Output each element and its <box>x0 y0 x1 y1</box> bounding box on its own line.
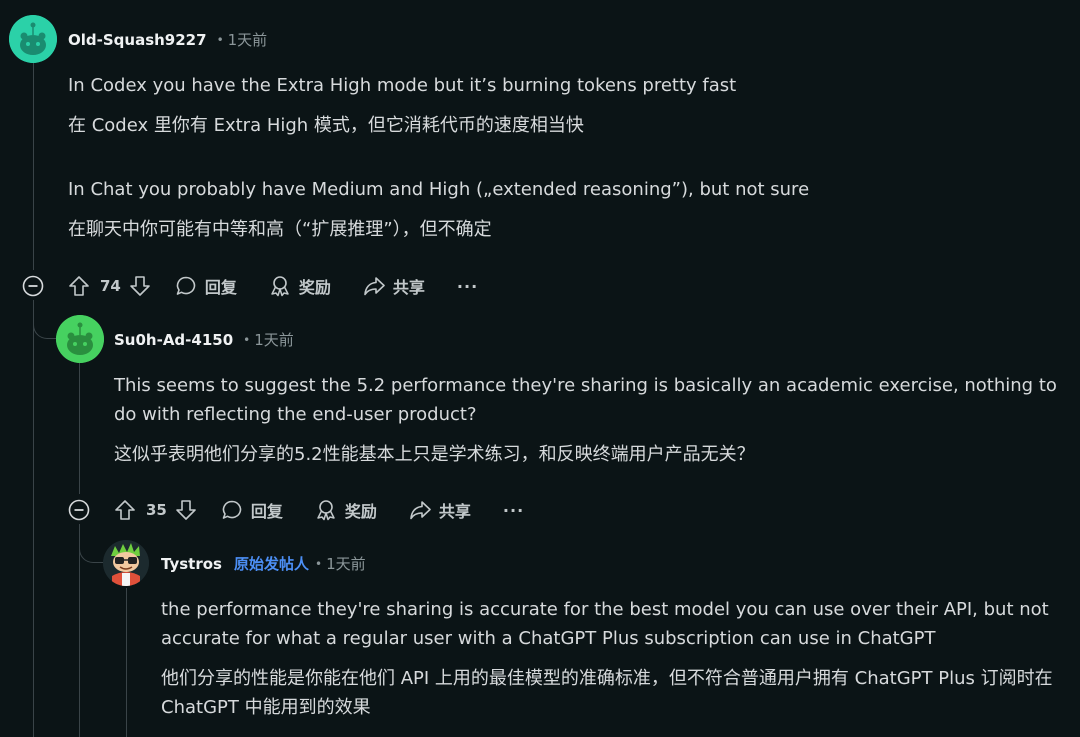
more-options-button[interactable]: ··· <box>457 277 478 296</box>
speech-bubble-icon <box>222 500 242 519</box>
more-options-icon: ··· <box>502 500 525 520</box>
comment-thread: Old-Squash9227 • 1天前 In Codex you have t… <box>0 0 1080 737</box>
downvote-button[interactable] <box>175 499 197 521</box>
meta-separator: • <box>314 556 323 571</box>
downvote-arrow-icon <box>176 500 196 520</box>
avatar[interactable] <box>103 540 149 586</box>
thread-connector <box>33 300 58 339</box>
more-options-button[interactable]: ··· <box>503 501 524 520</box>
award-button[interactable]: 奖励 <box>269 274 331 298</box>
comment-text: In Codex you have the Extra High mode bu… <box>68 75 737 96</box>
award-label: 奖励 <box>344 502 377 521</box>
share-button[interactable]: 共享 <box>409 498 471 522</box>
snoo-avatar-icon <box>9 15 57 63</box>
timestamp[interactable]: 1天前 <box>254 329 294 350</box>
upvote-arrow-icon <box>69 276 89 296</box>
share-button[interactable]: 共享 <box>363 274 425 298</box>
upvote-button[interactable] <box>68 275 90 297</box>
username[interactable]: Su0h-Ad-4150 <box>114 331 233 349</box>
award-button[interactable]: 奖励 <box>315 498 377 522</box>
collapse-thread-icon[interactable] <box>22 275 44 297</box>
comment-translation: 在 Codex 里你有 Extra High 模式，但它消耗代币的速度相当快 <box>68 115 584 136</box>
vote-count: 35 <box>146 501 167 519</box>
meta-separator: • <box>243 332 251 347</box>
award-ribbon-icon <box>317 500 335 521</box>
username[interactable]: Tystros <box>161 555 222 573</box>
thread-connector <box>79 524 104 563</box>
upvote-arrow-icon <box>115 500 135 520</box>
comment-translation: 他们分享的性能是你能在他们 API 上用的最佳模型的准确标准，但不符合普通用户拥… <box>161 668 1053 718</box>
avatar[interactable] <box>9 15 57 63</box>
meta-separator: • <box>216 32 224 47</box>
collapse-thread-icon[interactable] <box>68 499 90 521</box>
downvote-button[interactable] <box>129 275 151 297</box>
upvote-button[interactable] <box>114 499 136 521</box>
comment-actions: 74 回复 奖励 共享 ··· <box>68 271 478 301</box>
reply-label: 回复 <box>204 278 237 297</box>
share-arrow-icon <box>410 501 431 520</box>
op-badge: 原始发帖人 <box>233 555 309 573</box>
thread-line-level-1[interactable] <box>79 362 80 494</box>
more-options-icon: ··· <box>456 276 479 296</box>
comment-translation: 在聊天中你可能有中等和高（“扩展推理”），但不确定 <box>68 219 492 240</box>
custom-snoo-avatar-icon <box>103 540 149 586</box>
comment-text: the performance they're sharing is accur… <box>161 599 1049 649</box>
thread-line-level-2[interactable] <box>126 588 127 737</box>
downvote-arrow-icon <box>130 276 150 296</box>
comment-meta: Su0h-Ad-4150 • 1天前 <box>114 329 294 350</box>
comment-text: This seems to suggest the 5.2 performanc… <box>114 375 1057 425</box>
reply-button[interactable]: 回复 <box>175 274 237 298</box>
reply-button[interactable]: 回复 <box>221 498 283 522</box>
speech-bubble-icon <box>176 276 196 295</box>
thread-line-level-0-lower[interactable] <box>33 300 34 737</box>
share-label: 共享 <box>438 502 471 521</box>
thread-line-level-0[interactable] <box>33 62 34 270</box>
share-label: 共享 <box>392 278 425 297</box>
username[interactable]: Old-Squash9227 <box>68 31 207 49</box>
snoo-avatar-icon <box>56 315 104 363</box>
share-arrow-icon <box>364 277 385 296</box>
comment-text: In Chat you probably have Medium and Hig… <box>68 179 810 200</box>
award-ribbon-icon <box>271 276 289 297</box>
comment-actions: 35 回复 奖励 共享 ··· <box>114 495 524 525</box>
timestamp[interactable]: 1天前 <box>326 553 366 574</box>
avatar[interactable] <box>56 315 104 363</box>
vote-count: 74 <box>100 277 121 295</box>
timestamp[interactable]: 1天前 <box>228 29 268 50</box>
reply-label: 回复 <box>250 502 283 521</box>
comment-meta: Tystros 原始发帖人 • 1天前 <box>161 553 366 574</box>
comment-meta: Old-Squash9227 • 1天前 <box>68 29 267 50</box>
award-label: 奖励 <box>298 278 331 297</box>
comment-translation: 这似乎表明他们分享的5.2性能基本上只是学术练习，和反映终端用户产品无关？ <box>114 444 755 465</box>
